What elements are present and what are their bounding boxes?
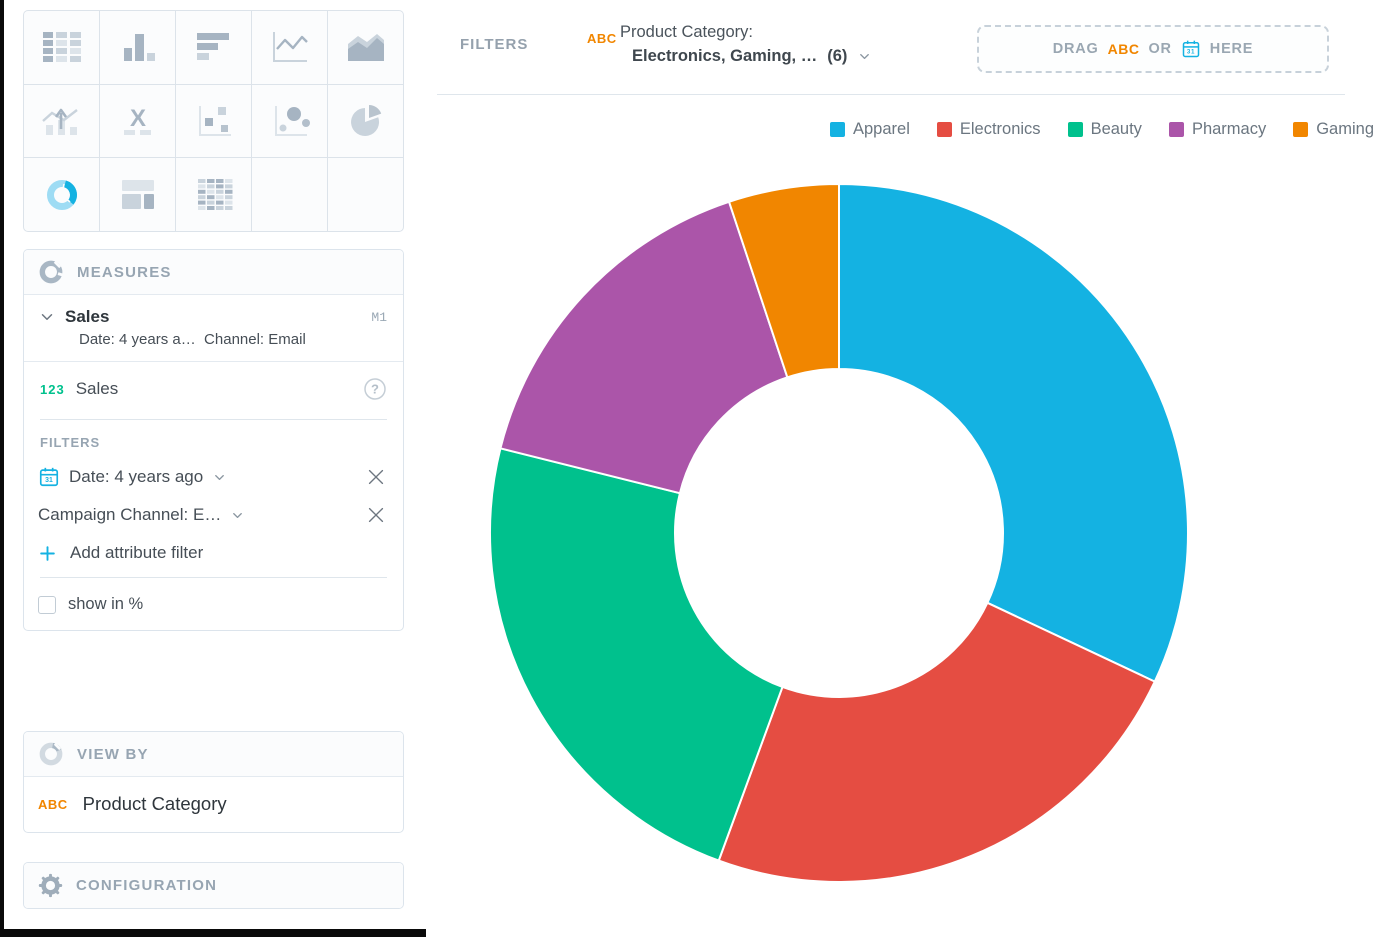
- measure-name: Sales: [65, 307, 109, 327]
- add-attribute-filter-button[interactable]: Add attribute filter: [24, 534, 403, 573]
- chart-legend: Apparel Electronics Beauty Pharmacy Gaming: [830, 120, 1374, 139]
- legend-item-beauty[interactable]: Beauty: [1068, 120, 1142, 139]
- help-icon[interactable]: ?: [363, 377, 387, 401]
- svg-text:X: X: [129, 105, 145, 132]
- legend-swatch: [830, 122, 845, 137]
- topbar-filter-values: Electronics, Gaming, …: [632, 47, 817, 66]
- svg-text:31: 31: [1187, 49, 1195, 56]
- attribute-filter-row[interactable]: Campaign Channel: E…: [24, 496, 403, 534]
- configuration-panel: CONFIGURATION: [23, 862, 404, 909]
- attribute-filter-label: Campaign Channel: E…: [38, 505, 221, 525]
- chevron-down-icon: [857, 49, 872, 64]
- divider: [40, 577, 387, 578]
- show-in-percent-checkbox[interactable]: [38, 596, 56, 614]
- legend-swatch: [937, 122, 952, 137]
- picker-pie-chart-icon[interactable]: [328, 85, 403, 158]
- donut-slice-apparel[interactable]: [839, 184, 1188, 682]
- date-filter-label: Date: 4 years ago: [69, 467, 203, 487]
- chevron-down-icon: [212, 470, 227, 485]
- topbar-filters-label: FILTERS: [460, 36, 528, 53]
- legend-label: Pharmacy: [1192, 120, 1266, 139]
- topbar-filter-name: Product Category:: [620, 23, 753, 42]
- measures-panel: MEASURES Sales M1 Date: 4 years a… Chann…: [23, 249, 404, 631]
- picker-donut-chart-icon[interactable]: [24, 158, 99, 231]
- picker-treemap-icon[interactable]: [100, 158, 175, 231]
- donut-bucket-icon: [38, 259, 64, 285]
- divider: [40, 419, 387, 420]
- picker-scatter-plot-icon[interactable]: [176, 85, 251, 158]
- plus-icon: [38, 544, 57, 563]
- topbar-filter-dropdown[interactable]: Electronics, Gaming, … (6): [632, 47, 872, 66]
- picker-area-chart-icon[interactable]: [328, 11, 403, 84]
- measure-details: Date: 4 years a… Channel: Email: [79, 331, 387, 348]
- legend-item-electronics[interactable]: Electronics: [937, 120, 1041, 139]
- calendar-icon: 31: [38, 466, 60, 488]
- measure-item-sales[interactable]: Sales M1 Date: 4 years a… Channel: Email: [24, 295, 403, 362]
- dropzone-or-label: OR: [1148, 41, 1171, 57]
- filter-dropzone[interactable]: DRAG ABC OR 31 HERE: [977, 25, 1329, 73]
- show-in-percent-row: show in %: [24, 582, 403, 630]
- window-frame-bottom: [0, 929, 426, 937]
- view-by-panel: VIEW BY ABC Product Category: [23, 731, 404, 833]
- legend-swatch: [1068, 122, 1083, 137]
- topbar-divider: [437, 94, 1345, 95]
- view-by-attribute-item[interactable]: ABC Product Category: [24, 777, 403, 832]
- metric-row-sales[interactable]: 123 Sales ?: [24, 362, 403, 415]
- abc-type-badge: ABC: [1108, 41, 1140, 57]
- show-in-percent-label: show in %: [68, 595, 143, 614]
- dropzone-drag-label: DRAG: [1053, 41, 1099, 57]
- gear-icon: [38, 873, 63, 898]
- donut-chart-svg: [486, 180, 1192, 886]
- picker-empty-cell: [252, 158, 327, 231]
- legend-item-apparel[interactable]: Apparel: [830, 120, 910, 139]
- legend-item-gaming[interactable]: Gaming: [1293, 120, 1374, 139]
- measures-panel-header[interactable]: MEASURES: [24, 250, 403, 295]
- picker-column-chart-icon[interactable]: [100, 11, 175, 84]
- abc-type-badge: ABC: [38, 797, 68, 812]
- remove-date-filter-icon[interactable]: [365, 466, 387, 488]
- topbar-filter-count: (6): [827, 47, 847, 66]
- measure-tag: M1: [371, 310, 387, 325]
- view-by-attribute-label: Product Category: [83, 793, 227, 815]
- configuration-panel-title: CONFIGURATION: [76, 877, 217, 894]
- view-by-panel-title: VIEW BY: [77, 746, 149, 763]
- picker-line-chart-icon[interactable]: [252, 11, 327, 84]
- analytical-designer: X MEASURES Sales M1 Date: 4 y: [0, 0, 1377, 937]
- chevron-down-icon[interactable]: [38, 308, 56, 326]
- configuration-panel-header[interactable]: CONFIGURATION: [24, 863, 403, 908]
- picker-headline-icon[interactable]: X: [100, 85, 175, 158]
- legend-label: Gaming: [1316, 120, 1374, 139]
- window-frame-left: [0, 0, 4, 937]
- chevron-down-icon: [230, 508, 245, 523]
- picker-table-icon[interactable]: [24, 11, 99, 84]
- svg-text:?: ?: [371, 382, 379, 397]
- date-filter-row[interactable]: 31 Date: 4 years ago: [24, 458, 403, 496]
- picker-heatmap-icon[interactable]: [176, 158, 251, 231]
- measures-panel-title: MEASURES: [77, 264, 172, 281]
- picker-bar-chart-icon[interactable]: [176, 11, 251, 84]
- legend-label: Electronics: [960, 120, 1041, 139]
- picker-bubble-chart-icon[interactable]: [252, 85, 327, 158]
- abc-type-badge: ABC: [587, 31, 617, 46]
- picker-combo-chart-icon[interactable]: [24, 85, 99, 158]
- donut-slice-beauty[interactable]: [490, 448, 782, 860]
- legend-label: Apparel: [853, 120, 910, 139]
- visualization-picker: X: [23, 10, 404, 232]
- picker-empty-cell: [328, 158, 403, 231]
- view-by-panel-header[interactable]: VIEW BY: [24, 732, 403, 777]
- filters-subtitle: FILTERS: [40, 435, 387, 450]
- remove-attribute-filter-icon[interactable]: [365, 504, 387, 526]
- legend-swatch: [1169, 122, 1184, 137]
- svg-text:31: 31: [45, 477, 53, 484]
- dropzone-here-label: HERE: [1210, 41, 1254, 57]
- calendar-icon: 31: [1181, 39, 1201, 59]
- legend-item-pharmacy[interactable]: Pharmacy: [1169, 120, 1266, 139]
- legend-label: Beauty: [1091, 120, 1142, 139]
- donut-chart: [486, 180, 1192, 886]
- numeric-type-badge: 123: [40, 382, 65, 397]
- add-attribute-filter-label: Add attribute filter: [70, 543, 203, 563]
- donut-bucket-icon: [38, 741, 64, 767]
- legend-swatch: [1293, 122, 1308, 137]
- metric-label: Sales: [76, 379, 119, 399]
